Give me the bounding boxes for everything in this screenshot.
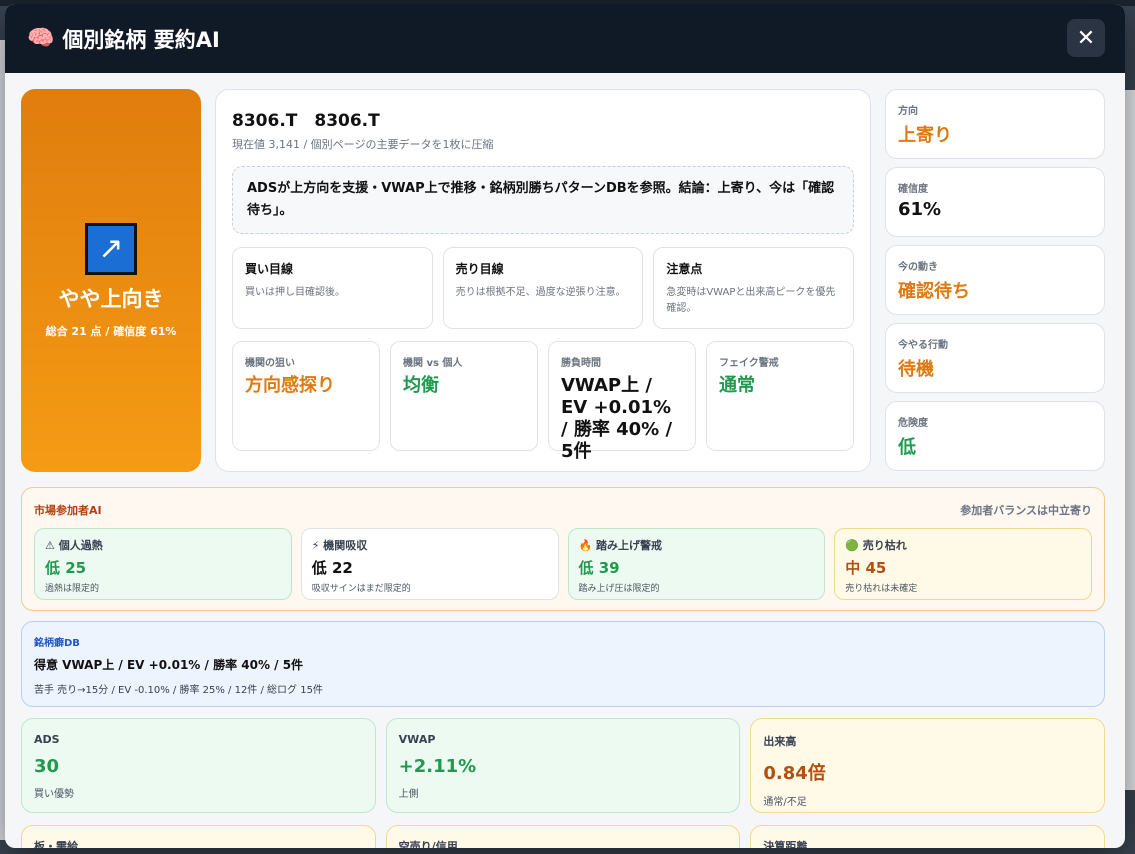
caution-card: 注意点 急変時はVWAPと出来高ピークを優先確認。 [653,247,855,329]
participant-value: 低 25 [45,559,87,577]
side-value: 低 [898,437,916,458]
conclusion-box: ADSが上方向を支援・VWAP上で推移・銘柄別勝ちパターンDBを参照。結論：上寄… [232,166,854,234]
direction-hero-card: ↗ やや上向き 総合 21 点 / 確信度 61% [21,89,201,472]
participants-note: 参加者バランスは中立寄り [960,504,1092,517]
fake-warning-card: フェイク警戒 通常 [706,341,854,451]
stat-value: +2.11% [398,756,477,777]
side-label: 危険度 [898,418,928,429]
stat-label: 決算距離 [763,840,808,848]
metric-value: 方向感探り [245,375,335,396]
metric-value: VWAP上 / EV +0.01% / 勝率 40% / 5件 [561,375,673,462]
participant-name: 🔥 踏み上げ警戒 [578,539,663,552]
stat-value: 0.84倍 [763,763,826,784]
modal-header: 🧠 個別銘柄 要約AI ✕ [5,4,1125,73]
participant-desc: 過熱は限定的 [45,584,100,594]
institution-aim-card: 機関の狙い 方向感探り [232,341,380,451]
stat-label: 出来高 [763,735,797,748]
short-margin-card: 空売り/信用 [385,825,741,848]
side-label: 今やる行動 [898,340,948,351]
habit-strength: 得意 VWAP上 / EV +0.01% / 勝率 40% / 5件 [34,658,304,672]
participant-name: ⚠ 個人過熱 [45,539,103,552]
direction-card: 方向 上寄り [885,89,1105,159]
participant-value: 中 45 [845,559,887,577]
modal-body: ↗ やや上向き 総合 21 点 / 確信度 61% 8306.T 8306.T … [5,73,1125,848]
participants-title: 市場参加者AI [34,504,102,517]
side-label: 確信度 [898,184,928,195]
participants-header: 市場参加者AI 参加者バランスは中立寄り [34,502,1092,518]
current-move-card: 今の動き 確認待ち [885,245,1105,315]
trade-time-card: 勝負時間 VWAP上 / EV +0.01% / 勝率 40% / 5件 [548,341,696,462]
metric-label: 機関の狙い [245,358,295,369]
stat-row-2: 板・需給 空売り/信用 決算距離 [21,825,1106,848]
metric-label: 機関 vs 個人 [403,358,463,369]
action-card: 今やる行動 待機 [885,323,1105,393]
brain-icon: 🧠 [27,26,55,51]
side-column: 方向 上寄り 確信度 61% 今の動き 確認待ち 今やる行動 待機 危険度 低 [885,89,1105,479]
confidence-card: 確信度 61% [885,167,1105,237]
metric-label: 勝負時間 [561,358,601,369]
market-participants-panel: 市場参加者AI 参加者バランスは中立寄り ⚠ 個人過熱 低 25 過熱は限定的 … [21,487,1105,611]
stat-label: ADS [34,733,60,746]
metric-label: フェイク警戒 [719,358,779,369]
modal-title: 個別銘柄 要約AI [62,27,220,52]
ticker-subtitle: 現在値 3,141 / 個別ページの主要データを1枚に圧縮 [232,138,494,151]
close-button[interactable]: ✕ [1067,19,1105,57]
target-text: 売りは根拠不足、過度な逆張り注意。 [455,287,626,298]
stat-value: 30 [34,756,60,777]
stat-desc: 買い優勢 [34,789,74,800]
stat-desc: 通常/不足 [763,797,807,808]
participant-name: ⚡ 機関吸収 [311,539,368,552]
direction-label: やや上向き [58,286,164,311]
ticker-title: 8306.T 8306.T [232,111,380,131]
sell-view-card: 売り目線 売りは根拠不足、過度な逆張り注意。 [442,247,644,329]
earnings-distance-card: 決算距離 [750,825,1106,848]
habit-title: 銘柄癖DB [34,638,80,649]
buy-view-card: 買い目線 買いは押し目確認後。 [232,247,433,329]
side-label: 方向 [898,106,918,117]
participant-desc: 踏み上げ圧は限定的 [578,584,660,594]
institution-absorb-card: ⚡ 機関吸収 低 22 吸収サインはまだ限定的 [300,528,559,600]
participant-name: 🟢 売り枯れ [845,539,907,552]
stat-row: ADS 30 買い優勢 VWAP +2.11% 上側 出来高 0.84倍 通常/… [21,718,1106,813]
ads-card: ADS 30 買い優勢 [21,718,376,813]
score-summary: 総合 21 点 / 確信度 61% [45,324,177,338]
habit-weakness: 苦手 売り→15分 / EV -0.10% / 勝率 25% / 12件 / 総… [34,685,323,696]
volume-card: 出来高 0.84倍 通常/不足 [750,718,1106,813]
target-title: 買い目線 [245,262,294,276]
institution-vs-retail-card: 機関 vs 個人 均衡 [390,341,538,451]
metric-value: 均衡 [403,375,439,396]
participant-desc: 吸収サインはまだ限定的 [311,584,411,594]
side-value: 61% [898,199,942,220]
metric-row: 機関の狙い 方向感探り 機関 vs 個人 均衡 勝負時間 VWAP上 / EV … [232,341,854,462]
target-title: 売り目線 [455,262,504,276]
target-text: 買いは押し目確認後。 [245,287,345,298]
stat-label: 空売り/信用 [398,840,458,848]
retail-overheat-card: ⚠ 個人過熱 低 25 過熱は限定的 [34,528,292,600]
main-summary-card: 8306.T 8306.T 現在値 3,141 / 個別ページの主要データを1枚… [215,89,871,472]
target-title: 注意点 [666,262,703,276]
risk-card: 危険度 低 [885,401,1105,471]
side-value: 待機 [898,359,934,380]
side-value: 確認待ち [898,281,970,302]
stat-desc: 上側 [398,789,419,800]
stat-label: VWAP [398,733,436,746]
vwap-card: VWAP +2.11% 上側 [385,718,741,813]
target-text: 急変時はVWAPと出来高ピークを優先確認。 [666,287,836,314]
participant-value: 低 22 [311,559,353,577]
stat-label: 板・需給 [34,840,78,848]
metric-value: 通常 [719,375,755,396]
selling-exhaustion-card: 🟢 売り枯れ 中 45 売り枯れは未確定 [834,528,1092,600]
short-squeeze-card: 🔥 踏み上げ警戒 低 39 踏み上げ圧は限定的 [567,528,826,600]
participant-value: 低 39 [578,559,620,577]
side-value: 上寄り [898,125,952,146]
summary-modal: 🧠 個別銘柄 要約AI ✕ ↗ やや上向き 総合 21 点 / 確信度 61% … [5,4,1125,848]
up-right-arrow-icon: ↗ [85,222,137,275]
target-row: 買い目線 買いは押し目確認後。 売り目線 売りは根拠不足、過度な逆張り注意。 注… [232,247,855,329]
participant-desc: 売り枯れは未確定 [845,584,918,594]
order-book-card: 板・需給 [21,825,376,848]
side-label: 今の動き [898,262,938,273]
stock-habit-db-panel: 銘柄癖DB 得意 VWAP上 / EV +0.01% / 勝率 40% / 5件… [21,621,1105,707]
participants-row: ⚠ 個人過熱 低 25 過熱は限定的 ⚡ 機関吸収 低 22 吸収サインはまだ限… [34,528,1092,600]
